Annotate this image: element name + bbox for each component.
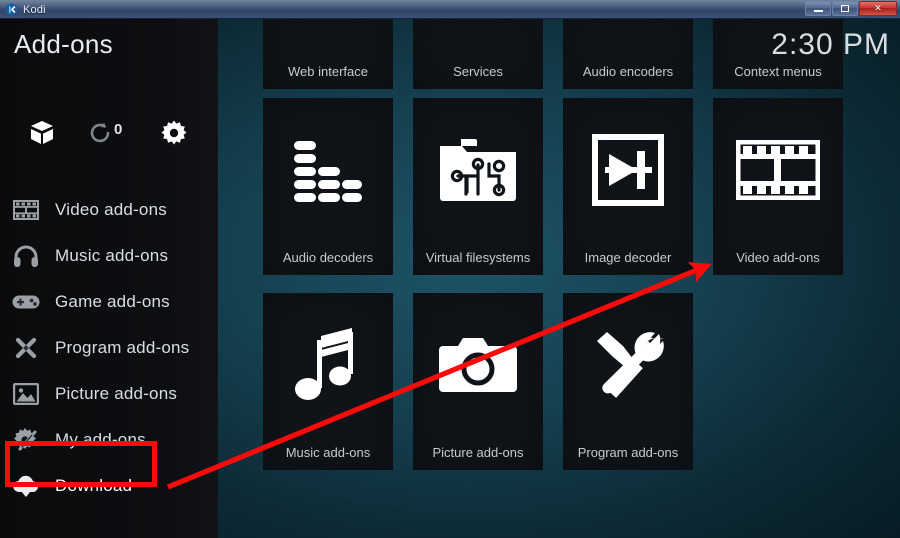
kodi-logo-icon (5, 3, 18, 16)
tile-label: Image decoder (584, 250, 672, 265)
music-note-icon (263, 293, 393, 436)
photo-icon (11, 379, 41, 409)
sidebar-item-download[interactable]: Download (0, 463, 218, 509)
maximize-icon (841, 5, 849, 12)
sidebar-item-label: Music add-ons (55, 246, 169, 265)
tile-image-decoder[interactable]: Image decoder (563, 98, 693, 275)
sidebar: Add-ons 0 Video add-ons Music add-ons Ga… (0, 19, 218, 538)
window-titlebar[interactable]: Kodi ✕ (0, 0, 900, 19)
tile-label: Services (453, 64, 503, 79)
cloud-download-icon (11, 471, 41, 501)
tile-music-add-ons[interactable]: Music add-ons (263, 293, 393, 470)
tile-label: Web interface (288, 64, 368, 79)
titlebar-gloss (0, 0, 900, 9)
tile-picture-add-ons[interactable]: Picture add-ons (413, 293, 543, 470)
sidebar-item-label: Program add-ons (55, 338, 190, 357)
minimize-button[interactable] (805, 1, 831, 16)
sidebar-item-label: Game add-ons (55, 292, 170, 311)
window-controls: ✕ (804, 1, 897, 17)
gear-icon[interactable] (152, 111, 196, 155)
gear-screwdriver-icon (11, 425, 41, 455)
update-count: 0 (114, 121, 123, 138)
tile-label: Context menus (734, 64, 822, 79)
tile-audio-encoders[interactable]: Audio encoders (563, 19, 693, 89)
tile-label: Virtual filesystems (425, 250, 531, 265)
kodi-content: Web interface Services Audio encoders Co… (0, 19, 900, 538)
install-from-zip-icon[interactable] (20, 111, 64, 155)
sidebar-item-my-add-ons[interactable]: My add-ons (0, 417, 218, 463)
tile-label: Picture add-ons (432, 445, 524, 460)
sidebar-menu: Video add-ons Music add-ons Game add-ons… (0, 187, 218, 509)
film-strip-icon (713, 98, 843, 241)
sidebar-item-video-add-ons[interactable]: Video add-ons (0, 187, 218, 233)
tile-services[interactable]: Services (413, 19, 543, 89)
headphones-icon (11, 241, 41, 271)
sidebar-toolbar (0, 111, 218, 155)
close-button[interactable]: ✕ (859, 1, 897, 16)
tile-label: Audio encoders (582, 64, 674, 79)
tile-video-add-ons[interactable]: Video add-ons (713, 98, 843, 275)
equalizer-icon (263, 98, 393, 241)
camera-icon (413, 293, 543, 436)
tile-label: Video add-ons (736, 250, 820, 265)
window-title: Kodi (23, 3, 46, 16)
tile-audio-decoders[interactable]: Audio decoders (263, 98, 393, 275)
tile-program-add-ons[interactable]: Program add-ons (563, 293, 693, 470)
tile-web-interface[interactable]: Web interface (263, 19, 393, 89)
sidebar-item-picture-add-ons[interactable]: Picture add-ons (0, 371, 218, 417)
hammer-wrench-icon (563, 293, 693, 436)
sidebar-item-label: Picture add-ons (55, 384, 178, 403)
close-icon: ✕ (874, 3, 882, 13)
sidebar-item-music-add-ons[interactable]: Music add-ons (0, 233, 218, 279)
circuit-folder-icon (413, 98, 543, 241)
film-strip-icon (11, 195, 41, 225)
titlebar-left: Kodi (5, 2, 46, 17)
image-decoder-icon (563, 98, 693, 241)
sidebar-item-label: Download (55, 476, 133, 495)
tile-label: Music add-ons (285, 445, 371, 460)
kodi-window: Kodi ✕ Web interface Services Audio enco… (0, 0, 900, 538)
tile-virtual-filesystems[interactable]: Virtual filesystems (413, 98, 543, 275)
sidebar-item-label: My add-ons (55, 430, 146, 449)
maximize-button[interactable] (832, 1, 858, 16)
gamepad-icon (11, 287, 41, 317)
sidebar-item-program-add-ons[interactable]: Program add-ons (0, 325, 218, 371)
tile-label: Audio decoders (282, 250, 374, 265)
page-title: Add-ons (14, 29, 113, 59)
sidebar-item-game-add-ons[interactable]: Game add-ons (0, 279, 218, 325)
sidebar-item-label: Video add-ons (55, 200, 167, 219)
clock: 2:30 PM (771, 28, 890, 61)
minimize-icon (813, 9, 823, 12)
tile-label: Program add-ons (577, 445, 679, 460)
crossed-tools-icon (11, 333, 41, 363)
